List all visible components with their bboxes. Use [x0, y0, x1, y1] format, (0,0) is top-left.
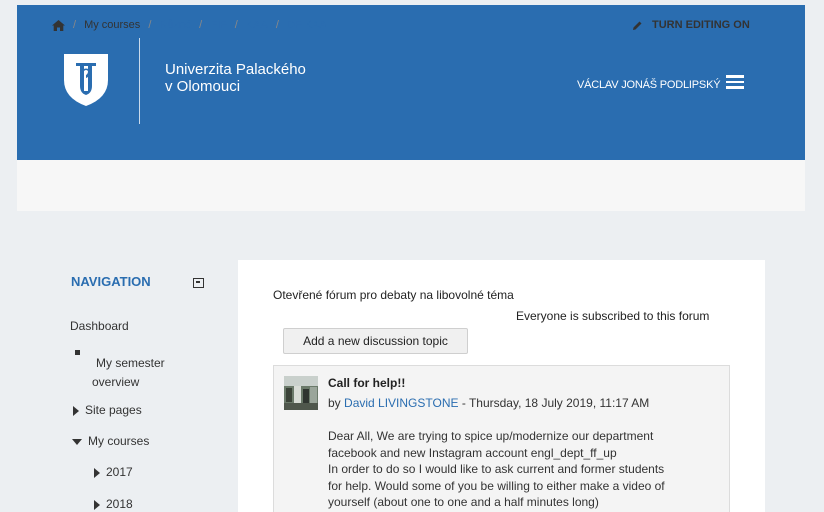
- nav-semester-line1: My semester: [96, 356, 165, 370]
- post-body-line: for help. Would some of you be willing t…: [328, 478, 665, 493]
- caret-right-icon: [73, 405, 79, 416]
- nav-year-2018-label: 2018: [106, 497, 133, 511]
- breadcrumb-bar: [17, 160, 805, 211]
- navigation-title: NAVIGATION: [71, 274, 151, 289]
- post-body-line: yourself (about one to one and a half mi…: [328, 495, 599, 510]
- nav-year-2017[interactable]: 2017: [94, 465, 133, 479]
- nav-year-2017-label: 2017: [106, 465, 133, 479]
- nav-dashboard[interactable]: Dashboard: [70, 319, 129, 333]
- caret-right-icon: [94, 499, 100, 510]
- nav-site-pages[interactable]: Site pages: [73, 403, 142, 417]
- post-body-line: Dear All, We are trying to spice up/mode…: [328, 429, 654, 443]
- forum-description: Otevřené fórum pro debaty na libovolné t…: [273, 288, 514, 302]
- subscription-notice: Everyone is subscribed to this forum: [516, 309, 710, 323]
- author-avatar[interactable]: [284, 376, 318, 410]
- post-title[interactable]: Call for help!!: [328, 376, 405, 390]
- home-icon[interactable]: [52, 19, 65, 31]
- nav-my-courses-label: My courses: [88, 434, 150, 448]
- breadcrumb-df-kaa[interactable]: DF KAA: [287, 19, 327, 31]
- university-name-line1: Univerzita Palackého: [165, 61, 306, 78]
- caret-down-icon: [72, 438, 82, 445]
- post-meta: by David LIVINGSTONE - Thursday, 18 July…: [328, 396, 649, 410]
- post-body-line: In order to do so I would like to ask cu…: [328, 462, 665, 477]
- breadcrumb: / My courses / Různé / FIF / KAA / DF KA…: [52, 19, 327, 31]
- turn-editing-label: TURN EDITING ON: [652, 19, 750, 31]
- nav-semester-line2: overview: [92, 375, 140, 389]
- university-name[interactable]: Univerzita Palackého v Olomouci: [165, 61, 306, 95]
- user-menu-name[interactable]: VÁCLAV JONÁŠ PODLIPSKÝ: [577, 79, 721, 91]
- collapse-block-icon[interactable]: [193, 278, 204, 288]
- university-name-line2: v Olomouci: [165, 78, 241, 95]
- pencil-icon: [633, 21, 642, 30]
- add-discussion-topic-button[interactable]: Add a new discussion topic: [283, 328, 468, 354]
- bullet-icon: [75, 350, 80, 355]
- post-by: by: [328, 396, 341, 410]
- turn-editing-on-button[interactable]: TURN EDITING ON: [632, 19, 750, 31]
- nav-site-pages-label: Site pages: [85, 403, 142, 417]
- caret-right-icon: [94, 467, 100, 478]
- breadcrumb-ruzne[interactable]: Různé: [159, 19, 191, 31]
- post-body-line: facebook and new Instagram account engl_…: [328, 445, 617, 460]
- university-logo-icon[interactable]: [61, 50, 111, 108]
- breadcrumb-my-courses[interactable]: My courses: [84, 19, 140, 31]
- hamburger-menu-icon[interactable]: [726, 75, 744, 89]
- post-body: Dear All, We are trying to spice up/mode…: [328, 428, 718, 511]
- nav-my-courses[interactable]: My courses: [72, 434, 149, 448]
- nav-my-semester-overview[interactable]: My semester overview: [92, 354, 165, 392]
- logo-divider: [139, 38, 140, 124]
- breadcrumb-kaa[interactable]: KAA: [246, 19, 268, 31]
- nav-year-2018[interactable]: 2018: [94, 497, 133, 511]
- post-author-link[interactable]: David LIVINGSTONE: [344, 396, 458, 410]
- breadcrumb-fif[interactable]: FIF: [210, 19, 227, 31]
- post-date: - Thursday, 18 July 2019, 11:17 AM: [458, 396, 650, 410]
